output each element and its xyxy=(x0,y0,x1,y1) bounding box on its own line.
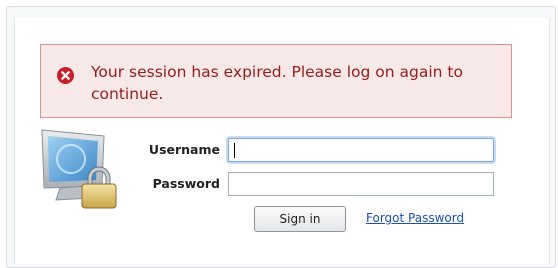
username-field[interactable] xyxy=(228,138,494,162)
error-message: Your session has expired. Please log on … xyxy=(91,63,463,103)
error-circle-x-icon xyxy=(57,67,74,84)
password-field[interactable] xyxy=(228,172,494,196)
computer-lock-icon xyxy=(41,129,117,209)
forgot-password-link[interactable]: Forgot Password xyxy=(366,211,464,225)
username-label: Username xyxy=(148,142,220,157)
password-label: Password xyxy=(152,176,220,191)
sign-in-button[interactable]: Sign in xyxy=(254,206,346,232)
text-cursor xyxy=(234,143,235,158)
session-expired-alert: Your session has expired. Please log on … xyxy=(40,44,512,118)
